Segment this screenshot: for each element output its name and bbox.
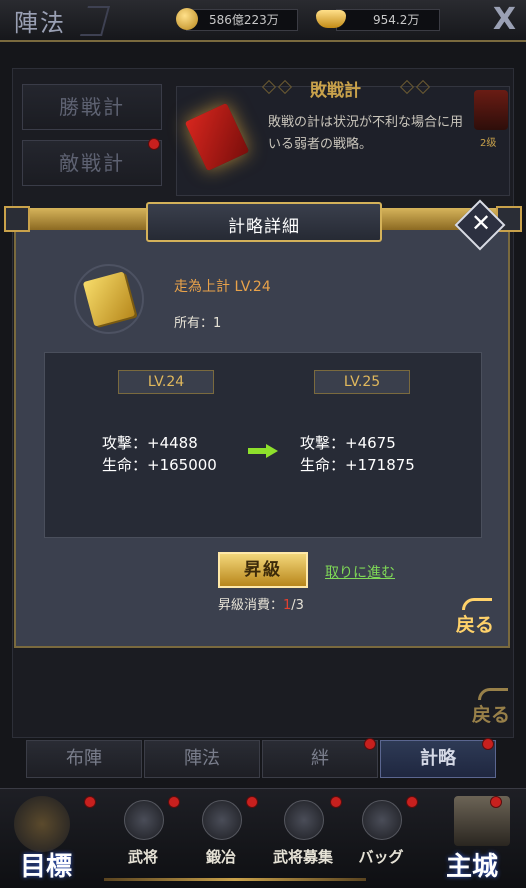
nav-goals[interactable]: 目標 <box>4 790 74 886</box>
nav-main-castle[interactable]: 主城 <box>440 790 522 886</box>
nav-recruit[interactable]: 武将募集 <box>268 790 338 886</box>
arrow-right-icon <box>248 444 278 458</box>
tab-array-method[interactable]: 陣法 <box>144 740 260 778</box>
background-back-button[interactable]: 戻る <box>472 688 510 727</box>
side-tab-enemy-strategy[interactable]: 敵戦計 <box>22 140 162 186</box>
modal-back-button[interactable]: 戻る <box>456 598 494 637</box>
lion-statue-icon <box>14 796 70 852</box>
coin-amount: 586億223万 <box>209 13 279 27</box>
back-arrow-icon <box>462 598 492 610</box>
cost-prefix: 昇級消費： <box>218 598 284 613</box>
back-arrow-icon <box>478 688 508 700</box>
close-page-button[interactable]: X <box>493 2 516 37</box>
side-tab-victory-strategy[interactable]: 勝戦計 <box>22 84 162 130</box>
tab-formation[interactable]: 布陣 <box>26 740 142 778</box>
notification-dot <box>482 738 494 750</box>
notification-dot <box>246 796 258 808</box>
next-attack-stat: 攻撃：+4675 <box>300 434 396 452</box>
nav-underline <box>104 878 366 881</box>
strategy-description: 敗戦の計は状況が不利な場合に用いる弱者の戦略。 <box>268 115 464 152</box>
strategy-name-level: 走為上計 LV.24 <box>174 279 271 295</box>
upgrade-cost: 昇級消費：1/3 <box>218 594 304 613</box>
recruit-banner-icon <box>284 800 324 840</box>
modal-title: 計略詳細 <box>228 217 300 237</box>
strategy-category-title: 敗戦計 <box>310 81 361 101</box>
owned-count: 所有：1 <box>174 316 222 331</box>
current-attack-stat: 攻撃：+4488 <box>102 434 198 452</box>
close-icon: ✕ <box>470 209 492 237</box>
cost-required: /3 <box>291 598 304 613</box>
next-level-tag: LV.25 <box>314 370 410 394</box>
tab-strategy[interactable]: 計略 <box>380 740 496 778</box>
current-level-tag: LV.24 <box>118 370 214 394</box>
anvil-hammer-icon <box>202 800 242 840</box>
bag-scroll-icon <box>362 800 402 840</box>
ingot-amount: 954.2万 <box>373 13 420 27</box>
strategy-item-level: 2级 <box>480 138 497 149</box>
coin-icon <box>176 8 198 30</box>
page-title: 陣法 <box>14 9 66 37</box>
notification-dot <box>168 796 180 808</box>
tab-bonds[interactable]: 絆 <box>262 740 378 778</box>
strategy-item-icon[interactable] <box>474 90 508 130</box>
banner-left-cap <box>4 206 30 232</box>
notification-dot <box>330 796 342 808</box>
coin-counter: 586億223万 <box>186 9 298 31</box>
go-obtain-link[interactable]: 取りに進む <box>325 562 395 582</box>
general-helmet-icon <box>124 800 164 840</box>
next-hp-stat: 生命：+171875 <box>300 456 415 474</box>
upgrade-button[interactable]: 昇級 <box>218 552 308 588</box>
notification-dot <box>364 738 376 750</box>
current-hp-stat: 生命：+165000 <box>102 456 217 474</box>
notification-dot <box>490 796 502 808</box>
ingot-icon <box>316 10 346 28</box>
notification-dot <box>84 796 96 808</box>
notification-dot <box>148 138 160 150</box>
notification-dot <box>406 796 418 808</box>
ingot-counter: 954.2万 <box>336 9 440 31</box>
